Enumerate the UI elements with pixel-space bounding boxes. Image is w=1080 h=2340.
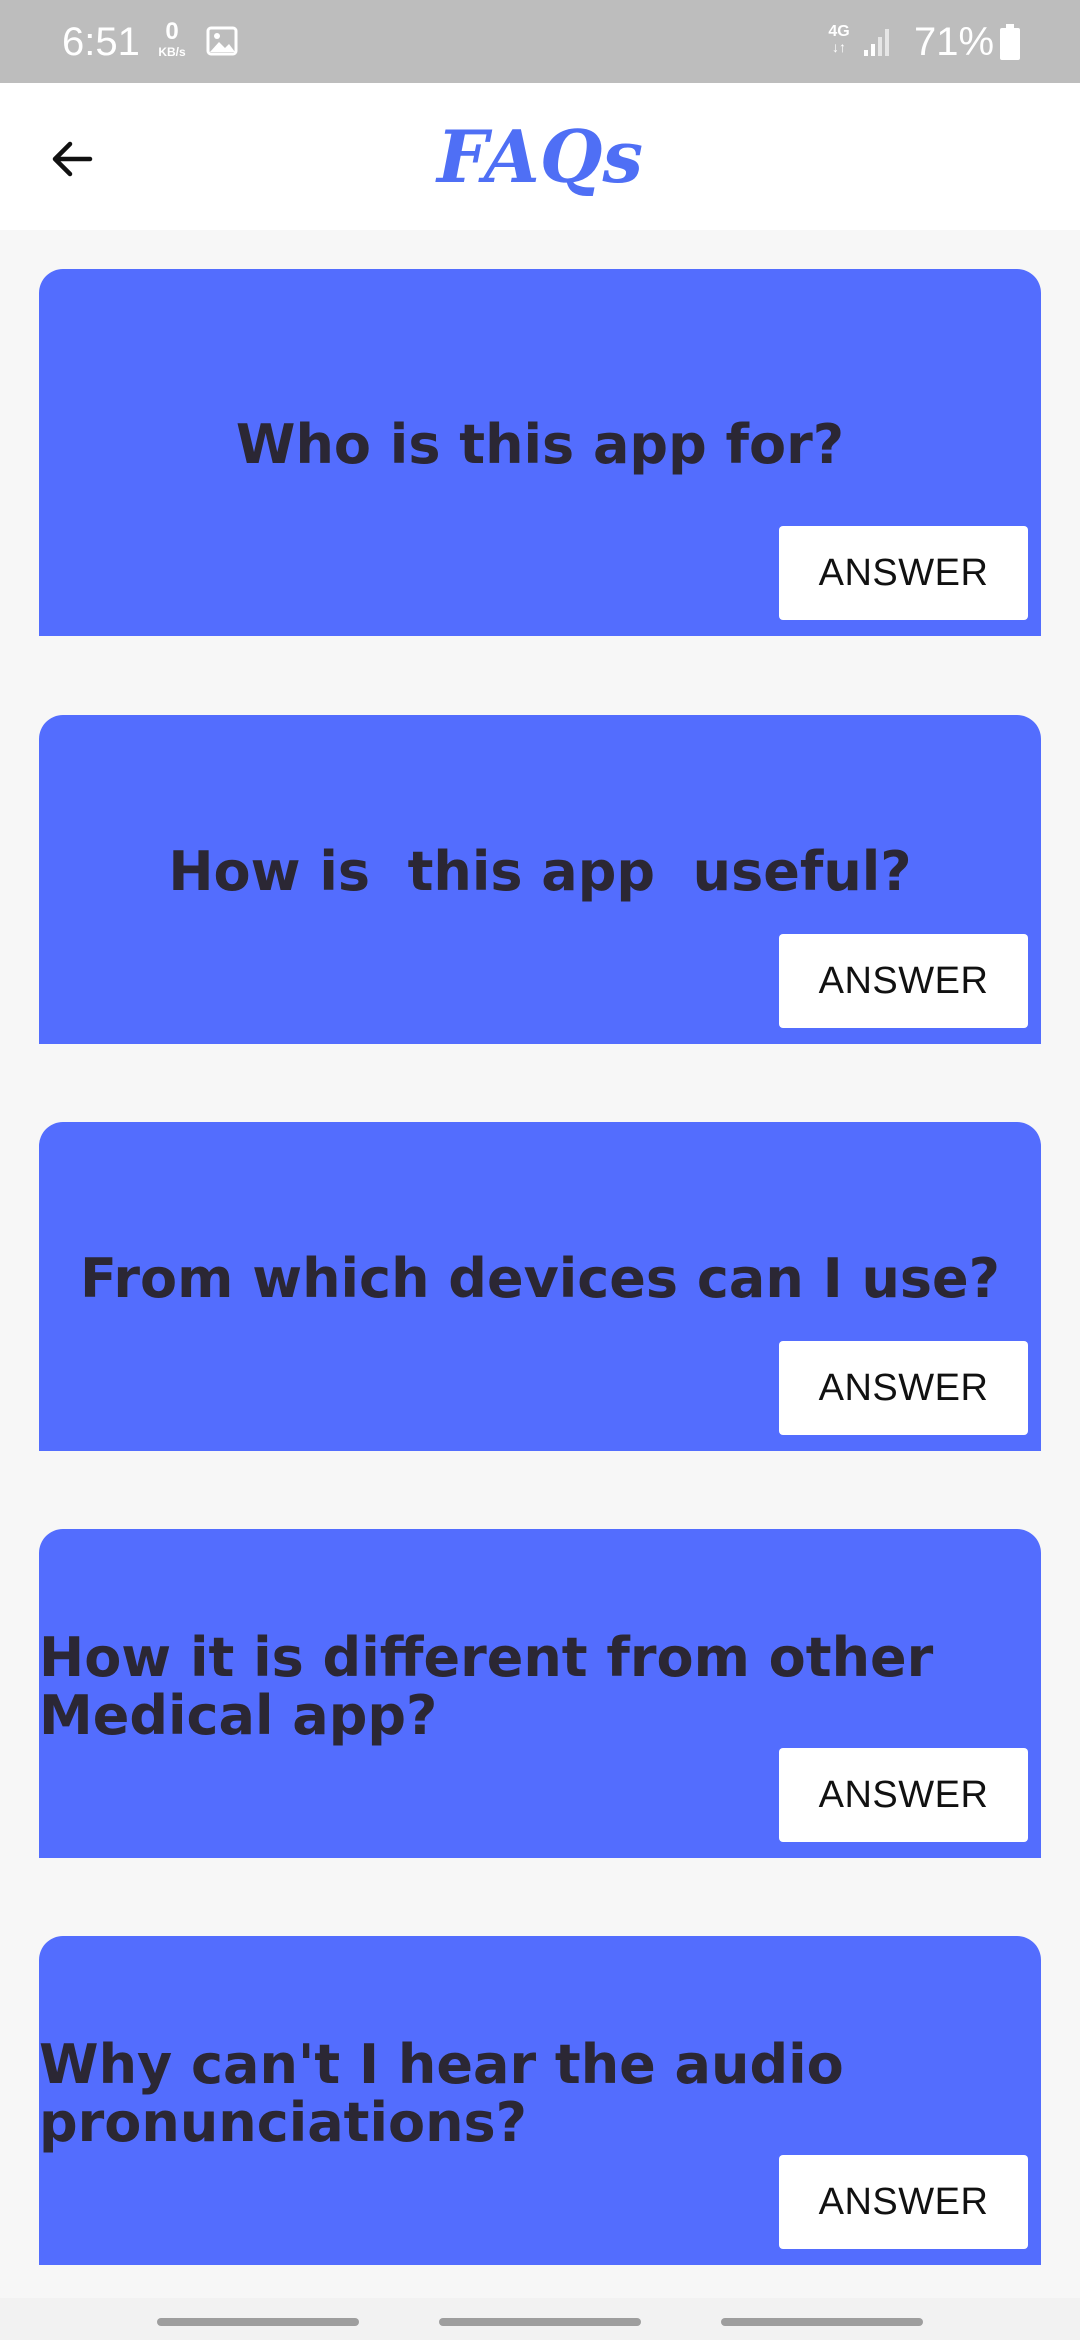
faq-card: How is this app useful? ANSWER [39,715,1041,1044]
network-indicator: 4G ↓↑ [822,23,856,55]
faq-card: Who is this app for? ANSWER [39,269,1041,636]
status-bar: 6:51 0 KB/s 4G ↓↑ 71% [0,0,1080,83]
status-time: 6:51 [62,20,140,64]
faq-card: From which devices can I use? ANSWER [39,1122,1041,1451]
nav-home-handle[interactable] [439,2318,641,2326]
nav-back-handle[interactable] [721,2318,923,2326]
data-arrows-icon: ↓↑ [832,39,846,55]
image-icon [206,26,238,56]
nav-recents-handle[interactable] [157,2318,359,2326]
battery-icon [1000,24,1020,60]
data-rate-unit: KB/s [158,45,186,59]
data-rate-value: 0 [165,18,179,45]
battery-percent: 71% [914,20,995,64]
faq-card: Why can't I hear the audio pronunciation… [39,1936,1041,2265]
faq-question: Who is this app for? [235,413,845,476]
answer-button[interactable]: ANSWER [779,526,1028,620]
faq-question: From which devices can I use? [79,1247,1000,1310]
network-type: 4G [828,23,850,40]
navigation-bar [0,2298,1080,2340]
data-rate-indicator: 0 KB/s [152,18,192,59]
page-title: FAQs [436,114,643,199]
answer-button[interactable]: ANSWER [779,1341,1028,1435]
answer-button[interactable]: ANSWER [779,2155,1028,2249]
app-header: FAQs [0,83,1080,230]
answer-button[interactable]: ANSWER [779,1748,1028,1842]
faq-question: How it is different from other Medical a… [39,1626,934,1747]
signal-icon [864,29,889,56]
faq-question: Why can't I hear the audio pronunciation… [39,2033,844,2154]
faq-question: How is this app useful? [168,840,912,903]
answer-button[interactable]: ANSWER [779,934,1028,1028]
faq-card: How it is different from other Medical a… [39,1529,1041,1858]
